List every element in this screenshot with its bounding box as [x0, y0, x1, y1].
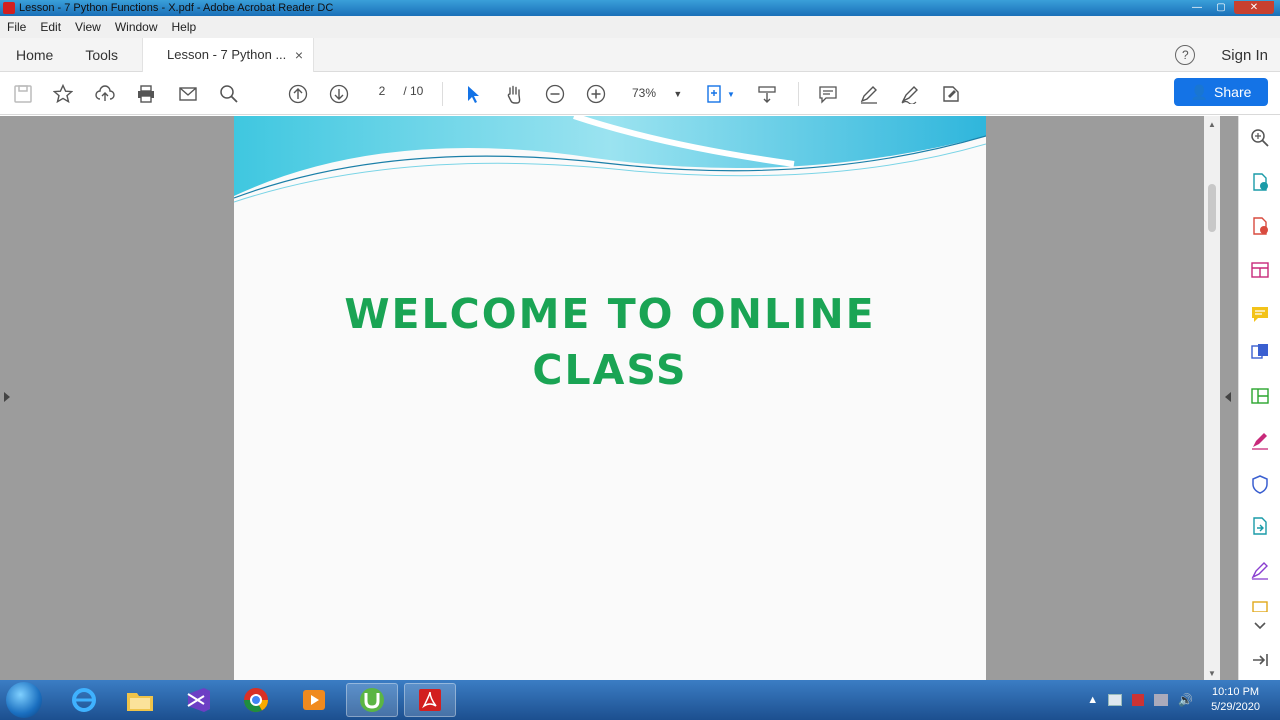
- email-icon[interactable]: [177, 83, 199, 105]
- menu-help[interactable]: Help: [165, 20, 204, 34]
- title-bar: Lesson - 7 Python Functions - X.pdf - Ad…: [0, 0, 1280, 16]
- tab-document[interactable]: Lesson - 7 Python ... ×: [142, 37, 315, 72]
- tray-app-icon[interactable]: [1108, 694, 1123, 706]
- fill-sign-icon[interactable]: [899, 83, 921, 105]
- zoom-search-icon[interactable]: [1250, 128, 1270, 148]
- document-tab-label: Lesson - 7 Python ...: [167, 47, 287, 62]
- right-panel-toggle-icon[interactable]: [1225, 392, 1231, 402]
- left-panel-toggle-icon[interactable]: [4, 392, 10, 402]
- fit-page-chevron-icon[interactable]: ▼: [726, 83, 736, 105]
- page-indicator: 2 / 10: [372, 84, 424, 98]
- windows-taskbar: ▲ 🔊 10:10 PM 5/29/2020: [0, 680, 1280, 720]
- redact-tool-icon[interactable]: [940, 83, 962, 105]
- combine-files-icon[interactable]: [1250, 342, 1270, 362]
- document-workspace[interactable]: WELCOME TO ONLINE CLASS: [0, 116, 1238, 680]
- next-page-icon[interactable]: [328, 83, 350, 105]
- welcome-heading: WELCOME TO ONLINE CLASS: [234, 286, 986, 398]
- taskbar-chrome-icon[interactable]: [230, 683, 282, 717]
- clock-date: 5/29/2020: [1211, 701, 1260, 713]
- export-pdf-icon[interactable]: [1250, 172, 1270, 192]
- select-tool-icon[interactable]: [462, 83, 484, 105]
- comment-icon[interactable]: [817, 83, 839, 105]
- fit-page-icon[interactable]: [704, 83, 726, 105]
- sign-pen-icon[interactable]: [1250, 560, 1270, 580]
- zoom-dropdown[interactable]: 73% ▼: [632, 86, 682, 100]
- share-label: Share: [1214, 84, 1252, 100]
- menu-edit[interactable]: Edit: [33, 20, 68, 34]
- comment-tool-icon[interactable]: [1250, 304, 1270, 324]
- share-button[interactable]: 👤 Share: [1174, 78, 1268, 106]
- chevron-down-icon: ▼: [673, 89, 683, 99]
- sign-in-link[interactable]: Sign In: [1221, 47, 1268, 64]
- page-total: / 10: [403, 84, 424, 98]
- taskbar-media-player-icon[interactable]: [288, 683, 340, 717]
- share-user-icon: 👤: [1190, 83, 1209, 100]
- acrobat-app-icon: [3, 2, 15, 14]
- tray-volume-icon[interactable]: 🔊: [1178, 693, 1193, 707]
- show-hidden-icons-icon[interactable]: ▲: [1087, 694, 1098, 706]
- more-tools-partial-icon[interactable]: [1250, 600, 1270, 612]
- menu-view[interactable]: View: [68, 20, 108, 34]
- taskbar-clock[interactable]: 10:10 PM 5/29/2020: [1211, 685, 1260, 715]
- create-pdf-icon[interactable]: [1250, 216, 1270, 236]
- scrollbar-thumb[interactable]: [1208, 184, 1216, 232]
- highlight-pen-icon[interactable]: [858, 83, 880, 105]
- heading-line-1: WELCOME TO ONLINE: [344, 290, 876, 338]
- zoom-out-icon[interactable]: [544, 83, 566, 105]
- tray-flag-icon[interactable]: [1132, 694, 1145, 706]
- menu-window[interactable]: Window: [108, 20, 165, 34]
- right-tools-pane: [1238, 116, 1280, 680]
- tray-network-icon[interactable]: [1154, 694, 1169, 706]
- save-icon[interactable]: [12, 83, 34, 105]
- taskbar-visual-studio-icon[interactable]: [172, 683, 224, 717]
- taskbar-utorrent-icon[interactable]: [346, 683, 398, 717]
- toolbar-divider: [798, 82, 799, 106]
- protect-shield-icon[interactable]: [1250, 474, 1270, 494]
- print-icon[interactable]: [135, 83, 157, 105]
- scroll-mode-icon[interactable]: [756, 83, 778, 105]
- collapse-pane-icon[interactable]: [1250, 650, 1270, 670]
- edit-pdf-icon[interactable]: [1250, 386, 1270, 406]
- chevron-down-icon[interactable]: [1250, 616, 1270, 636]
- search-icon[interactable]: [218, 83, 240, 105]
- system-tray: ▲ 🔊 10:10 PM 5/29/2020: [1087, 680, 1280, 720]
- send-for-review-icon[interactable]: [1250, 516, 1270, 536]
- toolbar: 2 / 10 73% ▼ ▼ 👤 Share: [0, 72, 1280, 115]
- taskbar-internet-explorer-icon[interactable]: [58, 683, 110, 717]
- start-button[interactable]: [6, 682, 42, 718]
- tab-home[interactable]: Home: [0, 47, 69, 63]
- heading-line-2: CLASS: [532, 346, 688, 394]
- fill-sign-pen-icon[interactable]: [1250, 430, 1270, 450]
- zoom-in-icon[interactable]: [585, 83, 607, 105]
- taskbar-acrobat-reader-icon[interactable]: [404, 683, 456, 717]
- upload-cloud-icon[interactable]: [94, 83, 116, 105]
- organize-pages-icon[interactable]: [1250, 260, 1270, 280]
- menu-bar: File Edit View Window Help: [0, 16, 1280, 38]
- window-title: Lesson - 7 Python Functions - X.pdf - Ad…: [19, 2, 334, 14]
- close-window-button[interactable]: ✕: [1234, 1, 1274, 14]
- hand-tool-icon[interactable]: [503, 83, 525, 105]
- taskbar-file-explorer-icon[interactable]: [114, 683, 166, 717]
- menu-file[interactable]: File: [0, 20, 33, 34]
- pdf-page: WELCOME TO ONLINE CLASS: [234, 116, 986, 680]
- page-number-input[interactable]: 2: [372, 84, 392, 98]
- tab-tools[interactable]: Tools: [69, 47, 134, 63]
- zoom-level: 73%: [632, 86, 657, 100]
- vertical-scrollbar[interactable]: ▲ ▼: [1204, 116, 1220, 680]
- close-tab-icon[interactable]: ×: [295, 47, 303, 63]
- minimize-button[interactable]: —: [1186, 1, 1208, 14]
- page-header-wave-decoration: [234, 116, 986, 203]
- previous-page-icon[interactable]: [287, 83, 309, 105]
- window-controls: — ▢ ✕: [1186, 1, 1274, 14]
- toolbar-divider: [442, 82, 443, 106]
- maximize-button[interactable]: ▢: [1210, 1, 1232, 14]
- clock-time: 10:10 PM: [1211, 686, 1260, 698]
- help-icon[interactable]: ?: [1175, 45, 1196, 65]
- scroll-up-icon[interactable]: ▲: [1208, 120, 1216, 129]
- scroll-down-icon[interactable]: ▼: [1208, 669, 1216, 678]
- tab-bar: Home Tools Lesson - 7 Python ... × ? Sig…: [0, 37, 1280, 72]
- bookmark-star-icon[interactable]: [52, 83, 74, 105]
